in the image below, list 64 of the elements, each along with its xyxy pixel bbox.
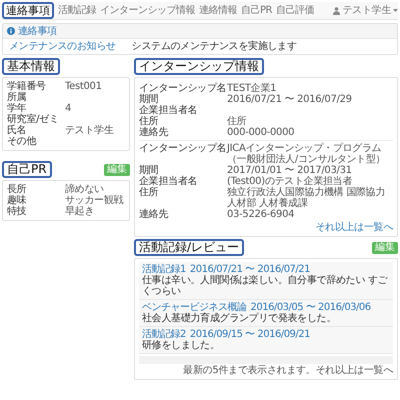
field-value: 住所 <box>227 116 248 127</box>
field-label: 学籍番号 <box>7 81 47 92</box>
field-value: 2016/07/21 〜 2016/07/29 <box>227 94 353 105</box>
field-label: 研究室/ゼミ <box>7 114 60 125</box>
field-label: 連絡先 <box>139 209 170 220</box>
nav-link[interactable]: 活動記録 <box>58 5 96 16</box>
nav-link[interactable]: インターンシップ情報 <box>100 5 195 16</box>
field-label: 期間 <box>139 165 158 176</box>
user-icon <box>333 6 340 14</box>
field-label: 長所 <box>7 184 28 195</box>
field-label: 氏名 <box>7 125 28 136</box>
field-label: 期間 <box>139 94 158 105</box>
field-label: その他 <box>7 136 38 147</box>
entry-period: 2016/07/21 〜 2016/07/21 <box>190 264 310 275</box>
caret-icon <box>393 9 398 12</box>
callout-label: 連絡事項 <box>2 2 54 19</box>
notice-text: システムのメンテナンスを実施します <box>132 41 297 52</box>
field-label: 特技 <box>7 206 28 217</box>
entry-text: 研修をしました。 <box>142 340 220 351</box>
field-label: 学年 <box>7 103 26 114</box>
callout-label: 自己PR <box>2 161 52 178</box>
field-value: 2017/01/01 〜 2017/03/31 <box>227 165 353 176</box>
field-label: 住所 <box>139 187 160 200</box>
field-label: 住所 <box>139 116 158 127</box>
nav-link[interactable]: 自己評価 <box>276 5 314 16</box>
field-value: 000-000-0000 <box>227 127 296 138</box>
field-label: 趣味 <box>7 195 28 206</box>
field-value: 4 <box>65 103 72 114</box>
info-icon <box>7 27 15 35</box>
entry-text: 仕事は辛い。人間関係は楽しい。自分事で辞めたい すごくつらい <box>142 275 388 297</box>
field-value: JICAインターンシップ・プログラム（一般財団法人/コンサルタント型） <box>227 143 386 165</box>
entry-period: 2016/03/05 〜 2016/03/06 <box>250 302 371 313</box>
more-link[interactable]: それ以上は一覧へ <box>315 222 393 233</box>
field-value: テスト学生 <box>65 125 115 136</box>
field-label: インターンシップ名 <box>139 83 227 94</box>
field-label: 企業担当者名 <box>139 176 198 187</box>
nav-link[interactable]: 連絡情報 <box>199 5 237 16</box>
panel-title: 連絡事項 <box>18 26 57 36</box>
callout-label: 基本情報 <box>2 58 60 75</box>
entry-title[interactable]: 活動記録2 <box>142 329 186 340</box>
entry-title[interactable]: ベンチャービジネス概論 <box>142 302 246 313</box>
field-value: (Test00)のテスト企業担当者 <box>227 176 354 187</box>
field-value: 早起き <box>65 206 96 217</box>
edit-button[interactable]: 編集 <box>104 164 130 176</box>
field-value: 独立行政法人国際協力機構 国際協力人材部 人材養成課 <box>227 187 386 209</box>
field-value: TEST企業1 <box>227 83 278 94</box>
notice-subject[interactable]: メンテナンスのお知らせ <box>9 41 116 52</box>
edit-button[interactable]: 編集 <box>372 242 398 254</box>
callout-label: インターンシップ情報 <box>134 58 264 75</box>
field-label: 所属 <box>7 92 28 103</box>
entry-text: 社会人基礎力育成グランプリで発表をした。 <box>142 313 336 324</box>
entry-title[interactable]: 活動記録1 <box>142 264 186 275</box>
field-value: サッカー観戦 <box>65 195 124 206</box>
field-label: 連絡先 <box>139 127 170 138</box>
nav-link[interactable]: 自己PR <box>241 5 272 16</box>
field-value: 諦めない <box>65 184 105 195</box>
field-value: Test001 <box>65 81 103 92</box>
user-menu[interactable]: テスト学生 <box>333 5 398 16</box>
field-label: インターンシップ名 <box>139 143 226 156</box>
footer-note: 最新の5件まで表示されます。それ以上は一覧へ <box>183 365 393 376</box>
field-label: 企業担当者名 <box>139 105 198 116</box>
field-value: 03-5226-6904 <box>227 209 296 220</box>
callout-label: 活動記録/レビュー <box>134 239 244 256</box>
entry-period: 2016/09/15 〜 2016/09/21 <box>190 329 310 340</box>
